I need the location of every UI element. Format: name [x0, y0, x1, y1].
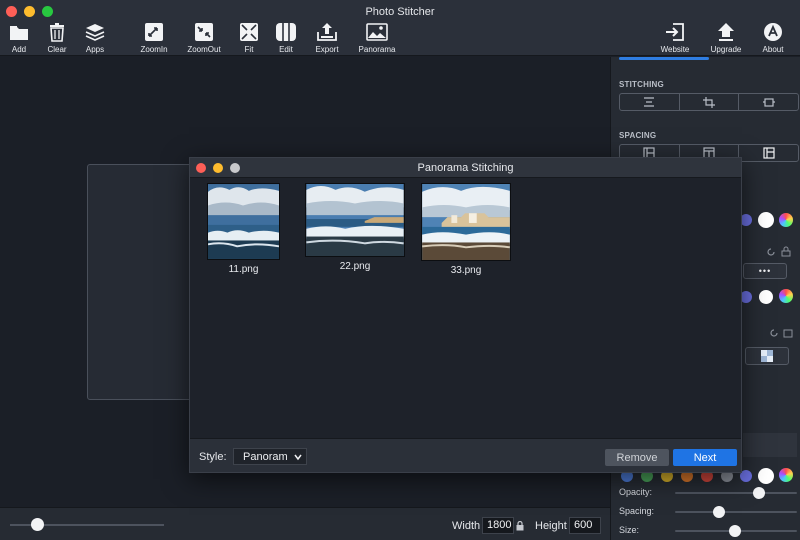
remove-button[interactable]: Remove: [605, 449, 669, 466]
height-input[interactable]: 600: [569, 517, 601, 534]
dialog-titlebar: Panorama Stitching: [190, 158, 741, 178]
bottom-bar: Width 1800 Height 600: [0, 507, 610, 540]
trash-icon: [50, 23, 64, 42]
align-lines-icon: [644, 97, 655, 107]
size-slider-knob[interactable]: [729, 525, 741, 537]
height-label: Height: [535, 520, 567, 532]
color-picker-wheel-2[interactable]: [779, 289, 793, 303]
panorama-stitching-dialog: Panorama Stitching 11.png 22.png 33.png …: [189, 157, 742, 473]
app-title: Photo Stitcher: [365, 6, 435, 18]
folder-icon: [10, 26, 28, 40]
more-options-button[interactable]: •••: [743, 263, 787, 279]
panorama-button[interactable]: Panorama: [349, 22, 405, 54]
chevron-down-icon: [293, 452, 303, 465]
about-icon: [764, 23, 782, 41]
width-label: Width: [452, 520, 481, 532]
photo-11-image: [207, 183, 280, 260]
style-label: Style:: [199, 451, 227, 463]
stitch-crop-button[interactable]: [680, 94, 740, 110]
stitch-crop-alt-button[interactable]: [739, 94, 798, 110]
opacity-slider-row: Opacity:: [619, 486, 797, 500]
panel-highlight-block: [743, 433, 797, 457]
website-button[interactable]: Website: [647, 22, 703, 54]
texture-icon: [761, 350, 773, 362]
reset-icon[interactable]: [766, 247, 776, 257]
photo-22-image: [305, 183, 405, 257]
stitching-title: STITCHING: [619, 80, 664, 89]
image-thumbnail[interactable]: 33.png: [421, 183, 511, 276]
zoom-in-icon: [145, 23, 163, 41]
color-picker-wheel[interactable]: [779, 213, 793, 227]
sign-in-icon: [666, 23, 684, 41]
color-swatch-white-3-selected[interactable]: [758, 468, 774, 484]
zoom-slider-knob[interactable]: [31, 518, 44, 531]
color-swatch-white-2[interactable]: [759, 290, 773, 304]
spacing-slider-row: Spacing:: [619, 505, 797, 519]
zoom-out-icon: [195, 23, 213, 41]
next-button[interactable]: Next: [673, 449, 737, 466]
color-swatch-white-selected[interactable]: [758, 212, 774, 228]
columns-icon: [276, 23, 296, 41]
style-select[interactable]: Panoramic: [233, 448, 307, 465]
width-input[interactable]: 1800: [482, 517, 514, 534]
color-picker-wheel-3[interactable]: [779, 468, 793, 482]
image-placeholder-frame[interactable]: [87, 164, 197, 400]
lock-icon-2[interactable]: [783, 327, 793, 338]
size-slider-row: Size:: [619, 524, 797, 538]
toolbar: Photo Stitcher Add Clear Apps ZoomIn Zoo…: [0, 0, 800, 56]
reset-icon-2[interactable]: [769, 328, 779, 338]
photo-33-image: [421, 183, 511, 261]
crop-icon: [703, 96, 715, 108]
about-button[interactable]: About: [745, 22, 800, 54]
crop-alt-icon: [762, 97, 775, 107]
dialog-footer: Style: Panoramic Remove Next: [190, 438, 741, 472]
layout-grid-icon: [763, 147, 775, 159]
lock-aspect-icon[interactable]: [516, 521, 524, 531]
lock-icon[interactable]: [781, 246, 791, 257]
panel-tab-indicator[interactable]: [619, 57, 709, 60]
image-thumbnail[interactable]: 11.png: [207, 183, 280, 275]
opacity-slider-track[interactable]: [675, 492, 797, 494]
stitching-options: [619, 93, 799, 111]
image-thumbnail[interactable]: 22.png: [305, 183, 405, 272]
layers-icon: [85, 24, 105, 41]
apps-button[interactable]: Apps: [67, 22, 123, 54]
fit-icon: [240, 23, 258, 41]
export-button[interactable]: Export: [299, 22, 355, 54]
spacing-slider-track[interactable]: [675, 511, 797, 513]
panorama-icon: [366, 23, 388, 41]
opacity-slider-knob[interactable]: [753, 487, 765, 499]
spacing-option-3[interactable]: [739, 145, 798, 161]
spacing-title: SPACING: [619, 131, 657, 140]
stitch-align-button[interactable]: [620, 94, 680, 110]
zoom-in-button[interactable]: ZoomIn: [126, 22, 182, 54]
spacing-slider-knob[interactable]: [713, 506, 725, 518]
upload-arrow-icon: [718, 23, 734, 41]
export-icon: [317, 23, 337, 41]
texture-button[interactable]: [745, 347, 789, 365]
dialog-title: Panorama Stitching: [417, 162, 514, 174]
